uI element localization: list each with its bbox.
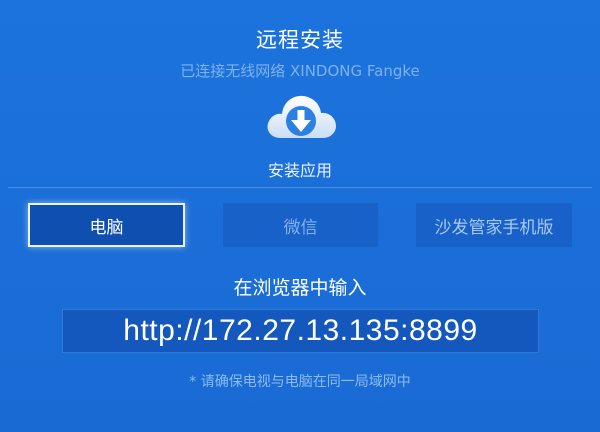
remote-install-screen: 远程安装 已连接无线网络 XINDONG Fangke 安装应用 电脑 微信 沙… [0,0,600,432]
tab-sofa-butler-mobile[interactable]: 沙发管家手机版 [416,203,572,247]
connection-status: 已连接无线网络 XINDONG Fangke [180,62,420,80]
install-url: http://172.27.13.135:8899 [123,314,478,347]
install-url-box: http://172.27.13.135:8899 [62,309,539,353]
tab-computer-label: 电脑 [89,217,124,238]
browser-prompt: 在浏览器中输入 [233,277,367,299]
cloud-download-icon [263,88,339,144]
install-app-label: 安装应用 [267,161,332,180]
tab-wechat-label: 微信 [283,217,318,238]
page-title: 远程安装 [256,28,344,52]
tab-computer[interactable]: 电脑 [28,203,185,247]
network-note: * 请确保电视与电脑在同一局域网中 [189,374,411,390]
divider [8,187,592,188]
tab-sofa-butler-mobile-label: 沙发管家手机版 [434,217,554,238]
tab-wechat[interactable]: 微信 [223,203,378,247]
